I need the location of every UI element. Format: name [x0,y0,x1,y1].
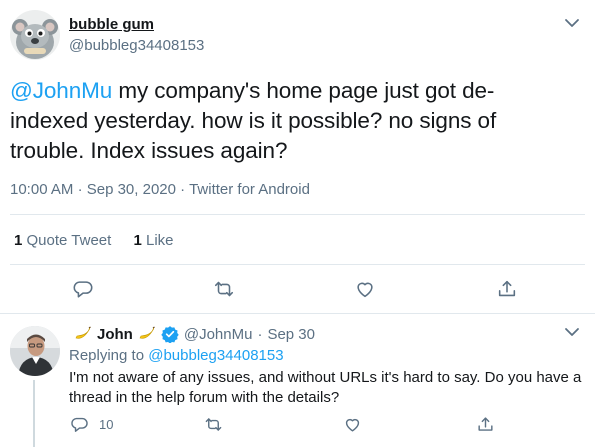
reply-button[interactable]: 10 [70,414,113,434]
reply-icon[interactable] [72,278,94,300]
reply-date[interactable]: Sep 30 [267,326,315,343]
meta-separator: · [77,181,83,198]
meta-separator: · [257,325,263,343]
verified-badge-icon [161,325,179,344]
likes-stat[interactable]: 1 Like [133,232,173,249]
tweet-time[interactable]: 10:00 AM [10,181,73,198]
more-options-chevron-icon[interactable] [562,325,582,339]
tweet-date[interactable]: Sep 30, 2020 [87,181,176,198]
tweet-text-line3: trouble. Index issues again? [10,138,288,163]
like-icon[interactable] [343,414,362,434]
share-icon[interactable] [476,414,495,434]
divider [10,214,585,215]
reply-text-line2: thread in the help forum with the detail… [69,389,340,406]
like-icon[interactable] [354,278,376,300]
koala-avatar-icon [10,10,60,60]
replying-to-label: Replying to [69,347,145,364]
meta-separator: · [180,181,186,198]
person-avatar-icon [10,326,60,376]
tweet-text: @JohnMu my company's home page just got … [10,76,580,166]
more-options-chevron-icon[interactable] [562,16,582,30]
replying-to: Replying to @bubbleg34408153 [69,347,284,364]
reply-author-name[interactable]: John [97,326,133,343]
divider [0,313,595,314]
reply-header: John @JohnMu · Sep 30 [69,325,315,344]
quote-tweets-stat[interactable]: 1 Quote Tweet [14,232,111,249]
thread-line [33,380,35,447]
author-handle: @bubbleg34408153 [69,37,205,54]
replying-to-mention[interactable]: @bubbleg34408153 [148,347,283,364]
reply-count: 10 [99,416,114,432]
retweet-icon[interactable] [213,278,235,300]
banana-emoji-icon [74,326,92,342]
tweet-stats: 1 Quote Tweet 1 Like [14,232,192,249]
divider [10,264,585,265]
tweet-text-line2: indexed yesterday. how is it possible? n… [10,108,497,133]
tweet-meta: 10:00 AM · Sep 30, 2020 · Twitter for An… [10,181,310,198]
avatar[interactable] [10,326,60,376]
share-icon[interactable] [496,278,518,300]
reply-icon [70,415,89,434]
reply-text-line1: I'm not aware of any issues, and without… [69,369,582,386]
banana-emoji-icon [138,326,156,342]
mention-link[interactable]: @JohnMu [10,78,112,103]
reply-text: I'm not aware of any issues, and without… [69,368,585,408]
tweet-thread: bubble gum @bubbleg34408153 @JohnMu my c… [0,0,595,447]
tweet-source[interactable]: Twitter for Android [189,181,310,198]
avatar[interactable] [10,10,60,60]
author-display-name[interactable]: bubble gum [69,16,154,33]
reply-author-handle: @JohnMu [183,325,253,343]
tweet-text-line1: my company's home page just got de- [112,78,495,103]
retweet-icon[interactable] [204,414,223,434]
